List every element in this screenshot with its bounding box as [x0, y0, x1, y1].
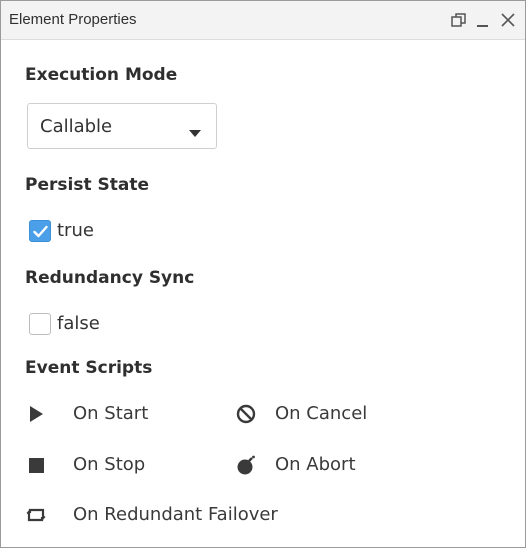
- bomb-icon: [235, 454, 257, 476]
- on-abort-item[interactable]: On Abort: [235, 450, 415, 480]
- stop-icon: [25, 454, 47, 476]
- execution-mode-value: Callable: [40, 116, 113, 137]
- minimize-icon[interactable]: [473, 10, 493, 30]
- event-scripts-label: Event Scripts: [25, 358, 153, 378]
- redundancy-sync-label: Redundancy Sync: [25, 268, 195, 288]
- persist-state-value: true: [57, 220, 94, 241]
- redundancy-sync-value: false: [57, 313, 100, 334]
- on-redundant-failover-item[interactable]: On Redundant Failover: [25, 500, 345, 530]
- on-redundant-failover-label: On Redundant Failover: [73, 504, 278, 525]
- chevron-down-icon: [188, 123, 202, 142]
- execution-mode-dropdown[interactable]: Callable: [27, 103, 217, 149]
- close-icon[interactable]: [498, 10, 518, 30]
- execution-mode-label: Execution Mode: [25, 65, 178, 85]
- title-bar: Element Properties: [1, 1, 525, 40]
- redundancy-sync-checkbox[interactable]: [29, 313, 51, 335]
- failover-icon: [25, 504, 47, 526]
- on-start-label: On Start: [73, 403, 149, 424]
- on-stop-item[interactable]: On Stop: [25, 450, 205, 480]
- on-cancel-item[interactable]: On Cancel: [235, 399, 415, 429]
- on-stop-label: On Stop: [73, 454, 146, 475]
- cancel-icon: [235, 403, 257, 425]
- checkmark-icon: [33, 225, 48, 238]
- on-abort-label: On Abort: [275, 454, 356, 475]
- element-properties-panel: Element Properties Execution Mode Callab…: [0, 0, 526, 548]
- panel-title: Element Properties: [9, 11, 137, 28]
- on-start-item[interactable]: On Start: [25, 399, 205, 429]
- persist-state-label: Persist State: [25, 175, 149, 195]
- play-icon: [25, 403, 47, 425]
- on-cancel-label: On Cancel: [275, 403, 368, 424]
- restore-icon[interactable]: [449, 10, 469, 30]
- persist-state-checkbox[interactable]: [29, 220, 51, 242]
